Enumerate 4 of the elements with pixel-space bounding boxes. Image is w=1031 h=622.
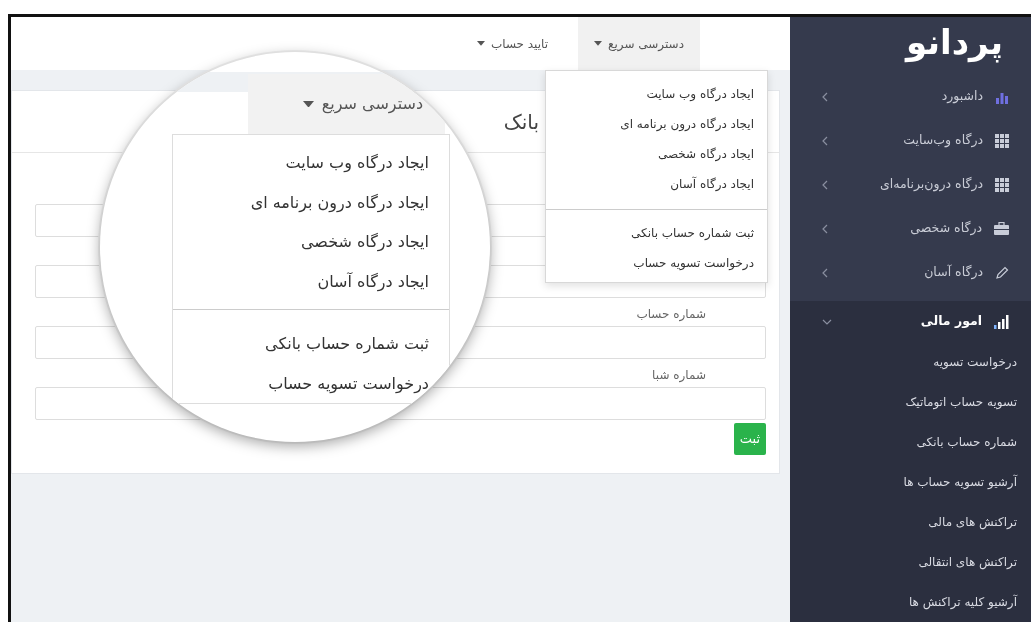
card-title: بانک bbox=[503, 108, 539, 136]
field-label: شماره شبا bbox=[652, 367, 706, 385]
logo: پردانو bbox=[905, 21, 1004, 65]
field-label: شماره حساب bbox=[636, 306, 706, 324]
